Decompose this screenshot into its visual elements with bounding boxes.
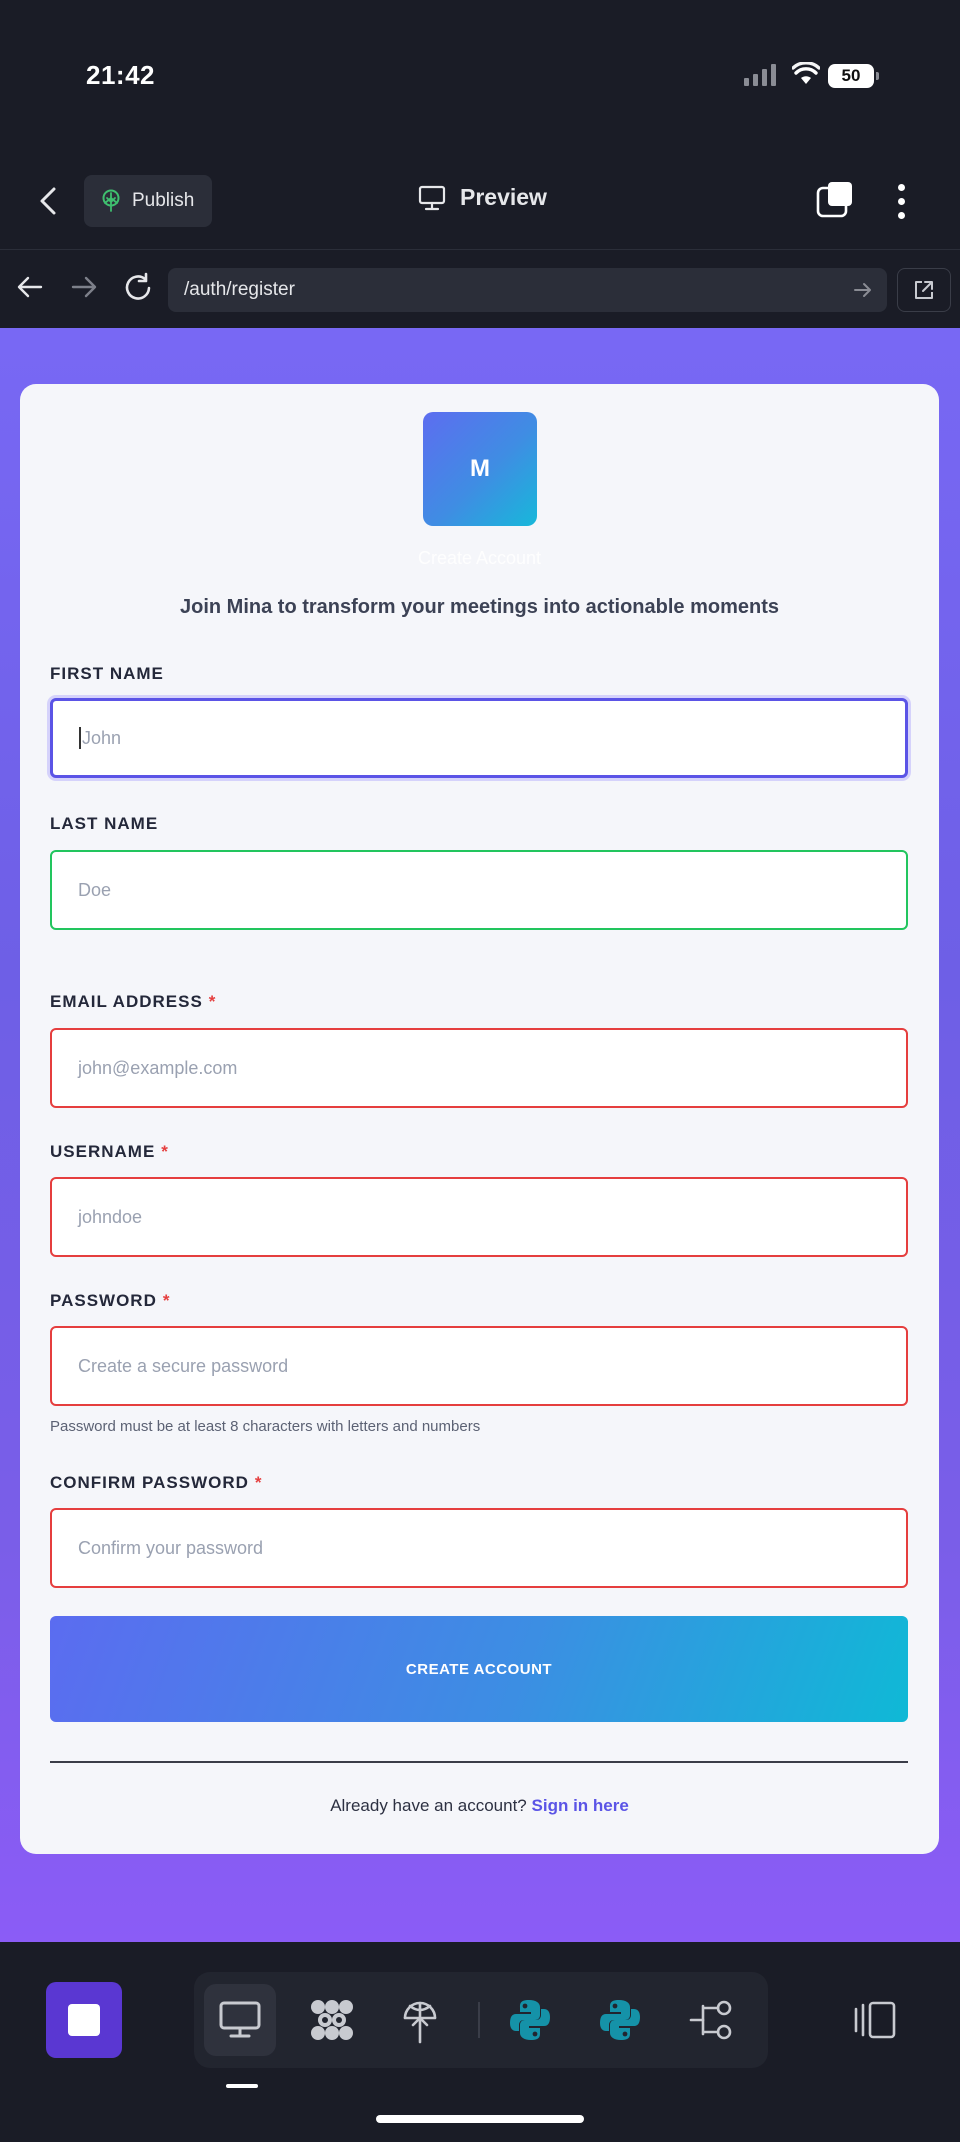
workflow-tab[interactable] [296, 1984, 368, 2056]
git-branch-icon [689, 2000, 732, 2040]
deploy-icon [403, 2001, 437, 2044]
password-label-text: PASSWORD [50, 1291, 157, 1310]
app-logo: M [423, 412, 537, 526]
password-input[interactable]: Create a secure password [50, 1326, 908, 1406]
go-arrow-icon[interactable] [853, 280, 873, 300]
create-account-label: CREATE ACCOUNT [405, 1660, 553, 1678]
last-name-label-text: LAST NAME [50, 814, 159, 833]
status-time: 21:42 [86, 60, 155, 90]
toolbar-separator [478, 2002, 480, 2038]
confirm-password-label-text: CONFIRM PASSWORD [50, 1473, 249, 1492]
app-toolbar: Publish Preview [0, 150, 960, 250]
create-account-button[interactable]: CREATE ACCOUNT [50, 1616, 908, 1722]
desktop-icon [219, 2001, 261, 2038]
first-name-placeholder: John [82, 727, 122, 748]
text-caret [79, 727, 81, 749]
nav-back-icon[interactable] [16, 272, 44, 302]
publish-button[interactable]: Publish [84, 175, 213, 227]
wifi-icon [792, 62, 820, 84]
register-card: M Create Account Join Mina to transform … [20, 384, 939, 1854]
email-label-text: EMAIL ADDRESS [50, 992, 203, 1011]
stop-icon [68, 2004, 100, 2036]
email-label: EMAIL ADDRESS * [50, 992, 216, 1012]
publish-icon [102, 189, 120, 212]
last-name-label: LAST NAME [50, 814, 158, 834]
required-mark: * [162, 1291, 171, 1310]
username-input[interactable]: johndoe [50, 1177, 908, 1257]
python-icon [510, 2000, 550, 2040]
first-name-label: FIRST NAME [50, 664, 164, 684]
signin-prompt: Already have an account? Sign in here [20, 1796, 939, 1816]
card-subtitle: Join Mina to transform your meetings int… [180, 596, 779, 618]
first-name-input[interactable]: John [50, 698, 908, 778]
url-input[interactable]: /auth/register [168, 268, 887, 312]
last-name-input[interactable]: Doe [50, 850, 908, 930]
username-label-text: USERNAME [50, 1142, 156, 1161]
monitor-icon [418, 185, 446, 210]
password-placeholder: Create a secure password [78, 1355, 289, 1376]
desktop-tab[interactable] [204, 1984, 276, 2056]
required-mark: * [161, 1142, 169, 1161]
username-placeholder: johndoe [78, 1206, 143, 1227]
last-name-placeholder: Doe [78, 879, 112, 900]
preview-viewport: M Create Account Join Mina to transform … [0, 328, 960, 1942]
confirm-password-label: CONFIRM PASSWORD * [50, 1473, 263, 1493]
reload-icon[interactable] [122, 272, 154, 304]
git-tab[interactable] [676, 1984, 748, 2056]
active-tab-indicator [226, 2084, 258, 2088]
signin-prompt-text: Already have an account? [330, 1796, 527, 1815]
stop-button[interactable] [46, 1982, 122, 2058]
status-bar: 21:42 50 [0, 0, 960, 150]
preview-label: Preview [460, 184, 547, 210]
more-options-icon[interactable] [898, 184, 905, 219]
url-text: /auth/register [184, 279, 295, 300]
first-name-label-text: FIRST NAME [50, 664, 164, 683]
tool-switcher [194, 1972, 768, 2068]
password-hint: Password must be at least 8 characters w… [50, 1418, 481, 1435]
bottom-dock [0, 1942, 960, 2142]
open-external-button[interactable] [897, 268, 951, 312]
preview-title: Preview [418, 184, 547, 211]
email-placeholder: john@example.com [78, 1057, 238, 1078]
workflow-icon [311, 2000, 353, 2040]
card-title: Create Account [417, 548, 542, 568]
nav-forward-icon[interactable] [70, 272, 98, 302]
sign-in-link[interactable]: Sign in here [532, 1796, 629, 1815]
password-label: PASSWORD * [50, 1291, 170, 1311]
username-label: USERNAME * [50, 1142, 169, 1162]
python-tab-1[interactable] [494, 1984, 566, 2056]
battery-level: 50 [841, 66, 861, 85]
python-icon [600, 2000, 640, 2040]
deploy-tab[interactable] [384, 1984, 456, 2056]
required-mark: * [208, 992, 217, 1011]
email-input[interactable]: john@example.com [50, 1028, 908, 1108]
signal-icon [744, 64, 776, 86]
back-chevron-icon[interactable] [38, 186, 58, 216]
confirm-password-input[interactable]: Confirm your password [50, 1508, 908, 1588]
divider [50, 1761, 908, 1763]
battery-icon: 50 [828, 64, 879, 88]
logo-letter: M [470, 455, 490, 482]
home-indicator[interactable] [376, 2115, 584, 2123]
required-mark: * [254, 1473, 263, 1492]
external-link-icon [915, 281, 933, 299]
url-bar: /auth/register [0, 250, 960, 328]
python-tab-2[interactable] [584, 1984, 656, 2056]
side-panel-icon[interactable] [852, 2000, 898, 2040]
confirm-password-placeholder: Confirm your password [78, 1537, 264, 1558]
publish-label: Publish [132, 190, 195, 211]
tabs-icon[interactable] [816, 180, 856, 220]
